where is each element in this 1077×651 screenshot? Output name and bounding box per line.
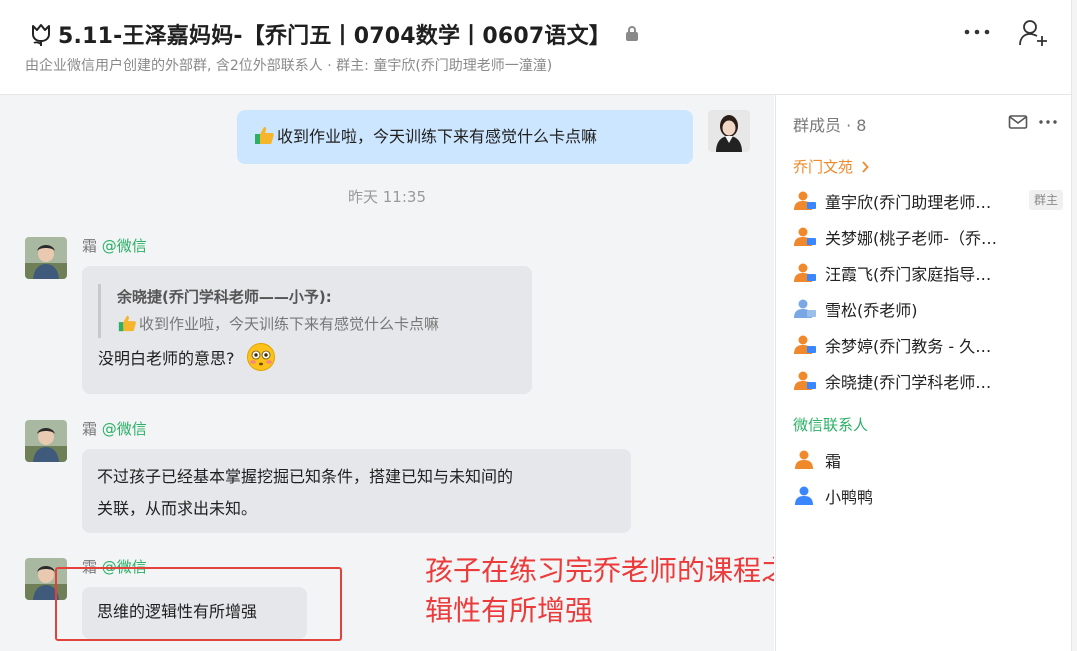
add-member-icon[interactable] [1018,18,1050,48]
avatar-image [25,237,67,279]
message-bubble-other[interactable]: 余晓捷(乔门学科老师——小予): 收到作业啦，今天训练下来有感觉什么卡点嘛 没明… [82,266,532,394]
member-name: 关梦娜(桃子老师-（乔门书院) [825,229,999,248]
window-scrollbar[interactable] [1071,0,1077,651]
self-avatar[interactable] [708,110,750,152]
section-qimen[interactable]: 乔门文苑 [793,156,869,177]
member-icon [794,191,816,210]
sender-avatar[interactable] [25,237,67,279]
member-icon [794,227,816,246]
member-sidebar: 群成员 · 8 乔门文苑 童宇欣(乔门助理老师一潼潼) 群主 关梦娜(桃子老师-… [775,95,1072,651]
message-text-line: 关联，从而求出未知。 [97,499,258,518]
chat-subtitle: 由企业微信用户创建的外部群, 含2位外部联系人 · 群主: 童宇欣(乔门助理老师… [25,58,553,74]
section-wechat-label: 微信联系人 [793,416,869,434]
more-options-icon[interactable] [1038,114,1058,130]
avatar-image [25,420,67,462]
member-icon [794,263,816,282]
sender-source: @微信 [101,420,147,438]
quoted-message[interactable]: 余晓捷(乔门学科老师——小予): 收到作业啦，今天训练下来有感觉什么卡点嘛 [98,284,516,338]
member-name: 童宇欣(乔门助理老师一潼潼) [825,193,999,212]
member-item[interactable]: 余晓捷(乔门学科老师——小予) [793,368,1063,394]
chat-header: 5.11-王泽嘉妈妈-【乔门五丨0704数学丨0607语文】 由企业微信用户创建… [0,0,1077,95]
highlight-box [55,567,342,641]
member-name: 霜 [825,452,842,471]
mail-icon[interactable] [1008,114,1028,130]
sender-name: 霜 [82,420,98,438]
section-qimen-label: 乔门文苑 [793,158,854,176]
chat-title: 5.11-王泽嘉妈妈-【乔门五丨0704数学丨0607语文】 [58,24,612,49]
more-options-icon[interactable] [962,22,992,42]
member-count-title: 群成员 · 8 [793,116,867,135]
member-name: 余梦婷(乔门教务 - 久久老师) [825,337,999,356]
member-icon [794,371,816,390]
sender-name: 霜 [82,237,98,255]
quoted-text-row: 收到作业啦，今天训练下来有感觉什么卡点嘛 [117,310,516,338]
quoted-text: 收到作业啦，今天训练下来有感觉什么卡点嘛 [139,315,440,333]
member-icon [794,299,816,318]
message-text-line: 不过孩子已经基本掌握挖掘已知条件，搭建已知与未知间的 [97,467,514,486]
lock-icon [626,26,639,41]
sender-label: 霜 @微信 [82,235,147,256]
member-item[interactable]: 汪霞飞(乔门家庭指导师-霞飞) [793,260,1063,286]
chat-area: 收到作业啦，今天训练下来有感觉什么卡点嘛 昨天 11:35 霜 @微信 余晓捷(… [0,95,774,651]
member-item[interactable]: 雪松(乔老师) [793,296,1063,322]
avatar-image [708,110,750,152]
tulip-icon [32,24,50,46]
member-item[interactable]: 霜 [793,447,1063,473]
message-bubble-other[interactable]: 不过孩子已经基本掌握挖掘已知条件，搭建已知与未知间的 关联，从而求出未知。 [82,449,631,533]
chevron-right-icon [862,161,869,173]
annotation-line: 辑性有所增强 [425,594,594,627]
person-icon [795,450,813,469]
quoted-sender: 余晓捷(乔门学科老师——小予): [117,288,332,306]
member-name: 雪松(乔老师) [825,301,918,320]
title-row: 5.11-王泽嘉妈妈-【乔门五丨0704数学丨0607语文】 [28,18,639,50]
message-text-row: 没明白老师的意思? [98,342,516,373]
thumbs-up-icon [118,315,136,332]
annotation-text: 孩子在练习完乔老师的课程之后，思维的逻 辑性有所增强 [425,551,774,631]
message-timestamp: 昨天 11:35 [348,188,426,206]
owner-badge: 群主 [1029,190,1063,210]
member-name: 余晓捷(乔门学科老师——小予) [825,373,999,392]
message-text: 没明白老师的意思? [98,349,235,368]
member-name: 汪霞飞(乔门家庭指导师-霞飞) [825,265,999,284]
sender-label: 霜 @微信 [82,418,147,439]
sender-avatar[interactable] [25,420,67,462]
message-bubble-self[interactable]: 收到作业啦，今天训练下来有感觉什么卡点嘛 [237,110,693,164]
flushed-face-icon [246,343,275,371]
annotation-line: 孩子在练习完乔老师的课程之后，思维的逻 [425,554,774,587]
member-item[interactable]: 小鸭鸭 [793,483,1063,509]
member-name: 小鸭鸭 [825,488,874,507]
person-icon [795,486,813,505]
message-text: 收到作业啦，今天训练下来有感觉什么卡点嘛 [277,127,598,146]
member-item[interactable]: 余梦婷(乔门教务 - 久久老师) [793,332,1063,358]
thumbs-up-icon [255,127,274,144]
sender-source: @微信 [101,237,147,255]
member-item[interactable]: 关梦娜(桃子老师-（乔门书院) [793,224,1063,250]
member-item[interactable]: 童宇欣(乔门助理老师一潼潼) 群主 [793,188,1063,214]
member-icon [794,335,816,354]
